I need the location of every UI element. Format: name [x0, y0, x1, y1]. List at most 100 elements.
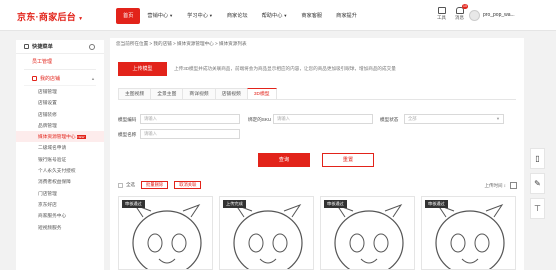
chevron-up-icon: ▲	[91, 76, 95, 81]
nav-item-label: 学习中心	[187, 13, 208, 19]
nav-item-label: 商家客服	[301, 13, 323, 19]
status-select[interactable]: 全部 ▼	[404, 114, 504, 124]
nav-item-label: 商家论坛	[226, 13, 248, 19]
status-tag: 审核通过	[425, 200, 448, 208]
model-card[interactable]: 上传完成	[219, 196, 314, 270]
joy-mascot-icon	[334, 203, 404, 269]
logo-text: 京东·商家后台	[17, 12, 77, 22]
reset-button[interactable]: 重置	[322, 153, 374, 167]
nav-item-3[interactable]: 商家论坛	[220, 8, 255, 24]
sidebar-item-label: 媒体资源管理中心	[38, 134, 76, 140]
upload-model-button[interactable]: 上传模型	[118, 62, 167, 76]
sidebar-item-2[interactable]: 店铺装修	[16, 109, 104, 120]
sidebar-item-10[interactable]: 京东好店	[16, 199, 104, 210]
sidebar-item-label: 二级域名申请	[38, 145, 67, 151]
sidebar-item-7[interactable]: 个人永久支付授权	[16, 165, 104, 176]
joy-mascot-icon	[132, 203, 202, 269]
sidebar-item-4[interactable]: 媒体资源管理中心 NEW	[16, 131, 104, 143]
sidebar-item-label: 门店管理	[38, 190, 57, 196]
tab-2[interactable]: 商详视频	[182, 88, 216, 99]
select-all-label: 全选	[126, 182, 135, 187]
sort-arrow-icon: ↕	[502, 183, 506, 188]
sidebar-item-12[interactable]: 短视频服务	[16, 222, 104, 233]
sidebar-item-0[interactable]: 店铺管理	[16, 86, 104, 97]
sidebar-item-8[interactable]: 消费者权益保障	[16, 176, 104, 187]
sidebar-item-6[interactable]: 银行账号验证	[16, 154, 104, 165]
nav-item-2[interactable]: 学习中心▼	[180, 8, 220, 24]
feedback-edit-icon[interactable]: ✎	[530, 173, 545, 194]
nav-item-label: 商家提升	[336, 13, 357, 19]
model-card[interactable]: 审核通过	[118, 196, 213, 270]
sidebar-item-9[interactable]: 门店管理	[16, 188, 104, 199]
chevron-down-icon: ▼	[496, 116, 500, 121]
query-button[interactable]: 查询	[258, 153, 310, 167]
nav-item-1[interactable]: 营销中心▼	[140, 8, 180, 24]
back-to-top-icon[interactable]: ⊤	[530, 198, 545, 219]
nav-item-0[interactable]: 首页	[116, 8, 141, 24]
sidebar: 快捷菜单 员工管理 我的店铺 ▲ 店铺管理 店铺设置 店铺装修 品牌管理 媒体资源管理中…	[16, 40, 104, 270]
joy-mascot-icon	[435, 203, 505, 269]
grid-view-icon[interactable]	[510, 182, 517, 189]
sidebar-item-1[interactable]: 店铺设置	[16, 97, 104, 108]
store-icon	[32, 76, 37, 81]
model-cards: 审核通过 上传完成 审核通过 审核通过	[118, 196, 516, 270]
chevron-down-icon: ▼	[283, 13, 288, 18]
tools-button[interactable]: 工具	[437, 7, 446, 21]
model-card[interactable]: 审核通过	[421, 196, 516, 270]
joy-mascot-icon	[233, 203, 303, 269]
top-bar: 京东·商家后台 ▼ 首页 营销中心▼ 学习中心▼ 商家论坛 帮助中心▼ 商家客服 商家提升 工…	[0, 0, 556, 31]
nav-item-5[interactable]: 商家客服	[294, 8, 329, 24]
quick-menu-title: 快捷菜单	[32, 44, 53, 50]
sidebar-group-my-store[interactable]: 我的店铺 ▲	[24, 70, 96, 86]
model-code-input[interactable]: 请输入	[140, 114, 240, 124]
tab-1[interactable]: 全景主图	[150, 88, 184, 99]
tab-4[interactable]: 3D模型	[246, 88, 277, 99]
nav-item-6[interactable]: 商家提升	[329, 8, 364, 24]
right-float-bar: ▯ ✎ ⊤	[530, 148, 545, 223]
jd-logo[interactable]: 京东·商家后台 ▼	[17, 10, 83, 23]
messages-badge: 10	[462, 4, 468, 9]
tab-3[interactable]: 店铺视频	[214, 88, 248, 99]
toolbox-icon	[437, 7, 446, 14]
messages-label: 消息	[455, 15, 464, 20]
grid-menu-icon	[24, 44, 29, 49]
sort-label: 上传时间	[484, 183, 503, 188]
sidebar-item-label: 短视频服务	[38, 224, 62, 230]
sku-input[interactable]: 请输入	[273, 114, 373, 124]
sidebar-group-label: 我的店铺	[40, 76, 61, 82]
sidebar-item-label: 店铺管理	[38, 89, 57, 94]
tools-label: 工具	[437, 15, 446, 20]
model-name-input[interactable]: 请输入	[140, 129, 240, 139]
status-tag: 审核通过	[122, 200, 145, 208]
nav-item-label: 首页	[123, 13, 134, 19]
batch-delete-button[interactable]: 批量删除	[141, 181, 169, 189]
avatar[interactable]	[469, 10, 480, 21]
model-card[interactable]: 审核通过	[320, 196, 415, 270]
sidebar-item-3[interactable]: 品牌管理	[16, 120, 104, 131]
nav-item-label: 帮助中心	[261, 13, 283, 19]
messages-button[interactable]: 10 消息	[455, 4, 468, 21]
chevron-down-icon: ▼	[169, 13, 174, 18]
select-all-checkbox[interactable]	[118, 182, 123, 188]
gear-icon[interactable]	[89, 44, 95, 50]
status-tag: 上传完成	[223, 200, 246, 208]
sidebar-item-employee[interactable]: 员工管理	[24, 54, 96, 70]
sidebar-item-label: 店铺设置	[38, 100, 57, 106]
status-tag: 审核通过	[324, 200, 347, 208]
tab-0[interactable]: 主图视频	[118, 88, 152, 99]
list-toolbar: 全选 批量删除 取消关联	[118, 181, 202, 189]
main-content: 您当前所在位置 > 我的店铺 > 媒体资源管理中心 > 媒体资源列表 上传模型 …	[110, 38, 524, 270]
quick-menu-header: 快捷菜单	[16, 40, 104, 54]
nav-item-4[interactable]: 帮助中心▼	[255, 8, 295, 24]
sidebar-item-11[interactable]: 商家服务中心	[16, 210, 104, 221]
nav-item-label: 营销中心	[147, 13, 169, 19]
breadcrumb: 您当前所在位置 > 我的店铺 > 媒体资源管理中心 > 媒体资源列表	[116, 41, 247, 46]
sidebar-item-5[interactable]: 二级域名申请	[16, 142, 104, 153]
model-name-label: 模型名称	[118, 132, 137, 137]
chevron-down-icon: ▼	[208, 13, 213, 18]
sort-upload-time[interactable]: 上传时间 ↕	[484, 183, 506, 189]
username[interactable]: pro_pop_wa...	[483, 12, 515, 18]
model-code-label: 模型编码	[118, 117, 137, 122]
mobile-icon[interactable]: ▯	[530, 148, 545, 169]
cancel-bind-button[interactable]: 取消关联	[174, 181, 202, 189]
